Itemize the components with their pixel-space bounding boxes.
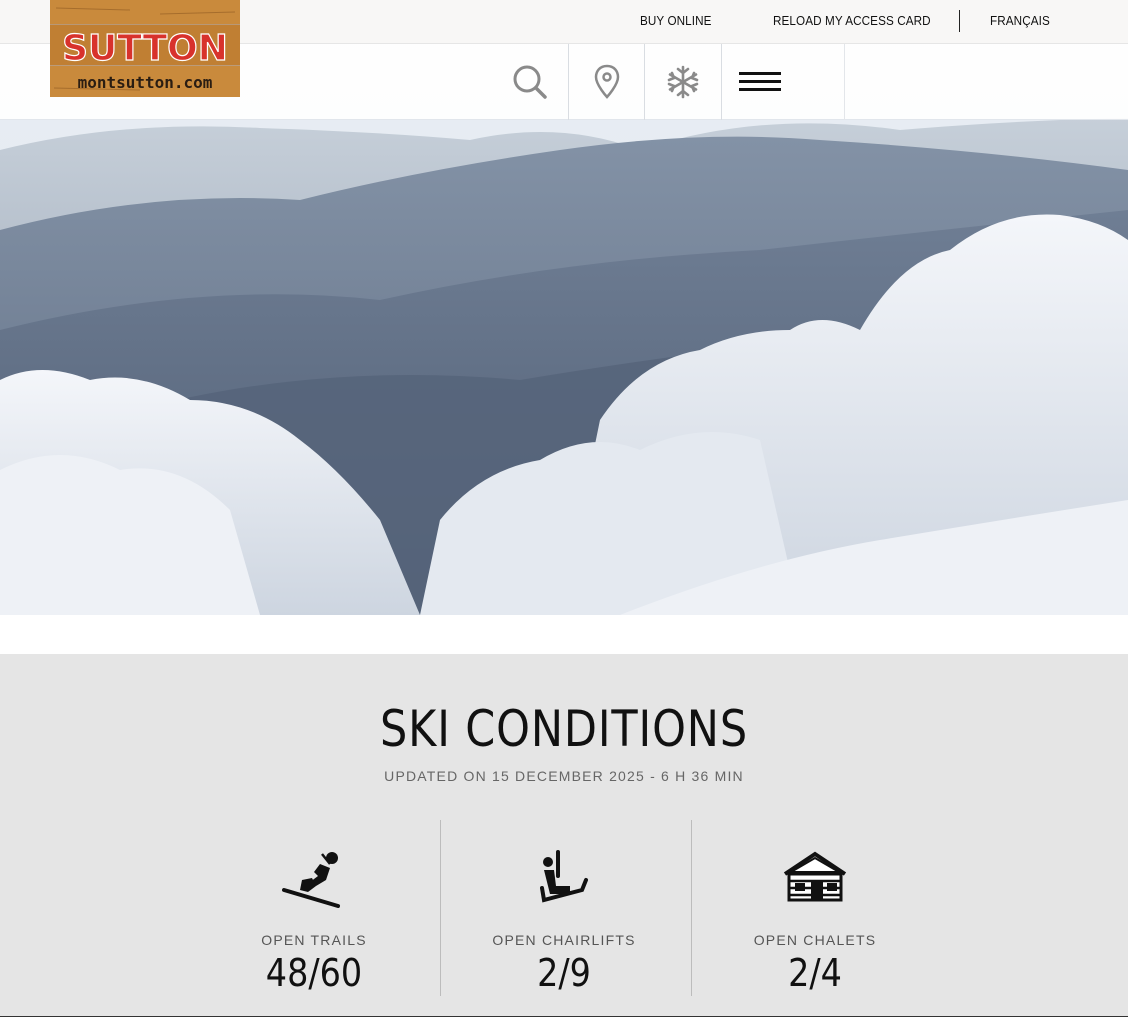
reload-access-card-link[interactable]: RELOAD MY ACCESS CARD xyxy=(773,13,931,28)
search-button[interactable] xyxy=(492,44,569,120)
stat-value: 2/9 xyxy=(537,951,591,995)
open-trails-stat[interactable]: OPEN TRAILS 48/60 xyxy=(189,820,439,996)
ski-conditions-title: SKI CONDITIONS xyxy=(380,700,748,758)
location-button[interactable] xyxy=(569,44,645,120)
snowflake-icon xyxy=(667,65,699,99)
stat-label: OPEN CHALETS xyxy=(753,932,877,948)
logo-brand-text: SUTTON xyxy=(62,28,228,69)
chairlift-icon xyxy=(540,850,588,903)
logo-domain-text: montsutton.com xyxy=(78,73,213,92)
map-pin-icon xyxy=(594,64,619,99)
skier-icon xyxy=(282,852,340,908)
conditions-updated-timestamp: UPDATED ON 15 DECEMBER 2025 - 6 H 36 MIN xyxy=(384,768,744,784)
conditions-button[interactable] xyxy=(645,44,722,120)
language-switch-link[interactable]: FRANÇAIS xyxy=(990,13,1050,28)
topbar-divider xyxy=(959,10,960,32)
stat-value: 2/4 xyxy=(788,951,842,995)
site-logo[interactable]: SUTTON montsutton.com xyxy=(50,0,240,98)
ski-conditions-section: SKI CONDITIONS UPDATED ON 15 DECEMBER 20… xyxy=(0,654,1128,1017)
stat-value: 48/60 xyxy=(265,951,363,995)
sutton-logo: SUTTON montsutton.com xyxy=(50,0,240,97)
open-chairlifts-stat[interactable]: OPEN CHAIRLIFTS 2/9 xyxy=(439,820,689,996)
hamburger-menu-icon xyxy=(738,72,781,91)
menu-button[interactable] xyxy=(722,44,845,120)
chalet-icon xyxy=(783,851,847,902)
stat-label: OPEN TRAILS xyxy=(261,932,367,948)
open-chalets-stat[interactable]: OPEN CHALETS 2/4 xyxy=(690,820,940,996)
search-icon xyxy=(513,65,547,99)
stat-label: OPEN CHAIRLIFTS xyxy=(492,932,636,948)
buy-online-link[interactable]: BUY ONLINE xyxy=(640,13,712,28)
